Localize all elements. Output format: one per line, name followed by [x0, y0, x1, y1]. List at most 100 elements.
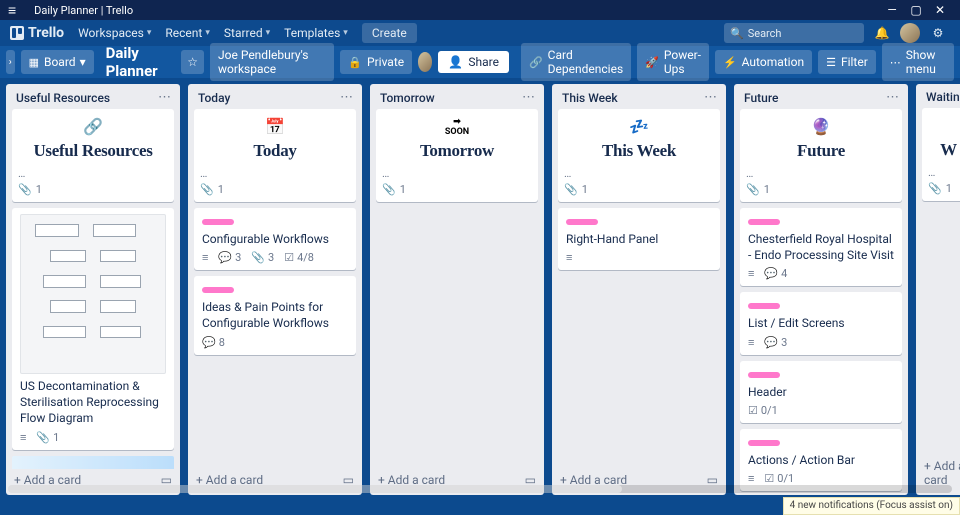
list-hero-card[interactable]: 🔮 Future … 📎1 — [740, 109, 902, 202]
comment-icon: 💬 — [202, 336, 216, 349]
list-menu-button[interactable]: ⋯ — [340, 90, 354, 105]
automation-button[interactable]: ⚡Automation — [715, 50, 812, 74]
list-hero-card[interactable]: 📅 Today … 📎1 — [194, 109, 356, 202]
power-ups-button[interactable]: 🚀Power-Ups — [637, 43, 709, 81]
filter-button[interactable]: ☰Filter — [818, 50, 876, 74]
brand-label: Trello — [28, 25, 64, 41]
card-label — [748, 440, 780, 446]
board-view-button[interactable]: ▦Board▾ — [21, 50, 94, 74]
maximize-button[interactable]: ▢ — [904, 3, 928, 17]
card[interactable]: List / Edit Screens ≡💬3 — [740, 292, 902, 354]
sidebar-collapse-button[interactable]: › — [6, 50, 15, 74]
list-name[interactable]: Future — [744, 91, 886, 105]
card-dependencies-button[interactable]: 🔗Card Dependencies — [521, 43, 631, 81]
list-tomorrow: Tomorrow⋯ ➡SOON Tomorrow … 📎1 + Add a ca… — [370, 84, 544, 495]
search-icon: 🔍 — [730, 27, 744, 40]
list-name[interactable]: Waiting — [926, 90, 960, 104]
list-future: Future⋯ 🔮 Future … 📎1 Chesterfield Royal… — [734, 84, 908, 495]
card[interactable]: US Decontamination & Sterilisation Repro… — [12, 208, 174, 450]
member-avatar[interactable] — [418, 52, 432, 72]
close-button[interactable]: ✕ — [928, 3, 952, 17]
visibility-button[interactable]: 🔒Private — [340, 50, 412, 74]
attachment-icon: 📎 — [564, 183, 578, 196]
hamburger-icon[interactable]: ≡ — [8, 2, 16, 19]
trello-logo[interactable]: Trello — [10, 25, 64, 41]
card[interactable] — [12, 456, 174, 469]
card[interactable]: Configurable Workflows ≡ 💬3 📎3 ☑4/8 — [194, 208, 356, 270]
chevron-down-icon: ▾ — [147, 28, 152, 38]
board-title[interactable]: Daily Planner — [100, 44, 176, 80]
list-name[interactable]: Useful Resources — [16, 91, 158, 105]
chevron-down-icon: ▾ — [266, 28, 271, 38]
create-button[interactable]: Create — [362, 23, 417, 43]
description-icon: ≡ — [20, 431, 26, 444]
dots-icon: ⋯ — [890, 56, 901, 69]
nav-templates[interactable]: Templates▾ — [284, 26, 348, 40]
list-menu-button[interactable]: ⋯ — [158, 90, 172, 105]
attachment-icon: 📎 — [251, 251, 265, 264]
attachment-icon: 📎 — [200, 183, 214, 196]
board-icon: ▦ — [29, 56, 39, 69]
share-button[interactable]: 👤Share — [438, 51, 509, 73]
nav-starred[interactable]: Starred▾ — [224, 26, 270, 40]
nav-recent[interactable]: Recent▾ — [165, 26, 210, 40]
show-menu-button[interactable]: ⋯Show menu — [882, 43, 954, 81]
checklist-icon: ☑ — [764, 472, 774, 485]
search-input[interactable]: 🔍Search — [724, 23, 864, 43]
card-label — [748, 303, 780, 309]
window-title: Daily Planner | Trello — [34, 4, 880, 17]
list-menu-button[interactable]: ⋯ — [704, 90, 718, 105]
trello-icon — [10, 26, 24, 40]
card[interactable]: Ideas & Pain Points for Configurable Wor… — [194, 276, 356, 354]
rocket-icon: 🚀 — [645, 56, 659, 69]
card[interactable]: Chesterfield Royal Hospital - Endo Proce… — [740, 208, 902, 286]
list-hero-card[interactable]: 🔗 Useful Resources … 📎1 — [12, 109, 174, 202]
notifications-button[interactable]: 🔔 — [870, 21, 894, 45]
filter-icon: ☰ — [826, 56, 836, 69]
gear-icon: ⚙ — [933, 26, 944, 40]
nav-workspaces[interactable]: Workspaces▾ — [78, 26, 151, 40]
comment-icon: 💬 — [764, 267, 778, 280]
bolt-icon: ⚡ — [723, 56, 737, 69]
card-cover — [12, 456, 174, 469]
scrollbar-thumb[interactable] — [8, 485, 622, 493]
chevron-down-icon: ▾ — [205, 28, 210, 38]
attachment-icon: 📎 — [382, 183, 396, 196]
user-avatar[interactable] — [900, 23, 920, 43]
link-icon: 🔗 — [529, 56, 543, 69]
workspace-link[interactable]: Joe Pendlebury's workspace — [210, 43, 334, 81]
list-hero-card[interactable]: ➡SOON Tomorrow … 📎1 — [376, 109, 538, 202]
card-label — [202, 287, 234, 293]
list-menu-button[interactable]: ⋯ — [522, 90, 536, 105]
list-hero-card[interactable]: W … 📎1 — [922, 108, 960, 201]
horizontal-scrollbar[interactable] — [8, 485, 952, 493]
list-name[interactable]: Today — [198, 91, 340, 105]
description-icon: ≡ — [748, 336, 754, 349]
chevron-down-icon: ▾ — [80, 55, 86, 69]
card[interactable]: Right-Hand Panel ≡ — [558, 208, 720, 270]
board-bar: › ▦Board▾ Daily Planner ☆ Joe Pendlebury… — [0, 46, 960, 78]
card[interactable]: Header ☑0/1 — [740, 361, 902, 423]
chevron-down-icon: ▾ — [343, 28, 348, 38]
star-button[interactable]: ☆ — [181, 50, 204, 74]
list-name[interactable]: Tomorrow — [380, 91, 522, 105]
list-menu-button[interactable]: ⋯ — [886, 90, 900, 105]
comment-icon: 💬 — [218, 251, 232, 264]
attachment-icon: 📎 — [36, 431, 50, 444]
list-name[interactable]: This Week — [562, 91, 704, 105]
attachment-icon: 📎 — [928, 182, 942, 195]
sleep-icon: 💤 — [564, 117, 714, 137]
card[interactable]: Actions / Action Bar ≡☑0/1 — [740, 429, 902, 491]
user-plus-icon: 👤 — [448, 55, 463, 69]
add-card-button[interactable]: + Add a card — [924, 459, 960, 487]
list-waiting: Waiting W … 📎1 + Add a card — [916, 84, 960, 495]
comment-icon: 💬 — [764, 336, 778, 349]
board-canvas[interactable]: Useful Resources⋯ 🔗 Useful Resources … 📎… — [0, 78, 960, 495]
card-label — [748, 219, 780, 225]
description-icon: ≡ — [748, 472, 754, 485]
top-nav: Trello Workspaces▾ Recent▾ Starred▾ Temp… — [0, 20, 960, 46]
minimize-button[interactable]: — — [880, 3, 904, 17]
status-toast[interactable]: 4 new notifications (Focus assist on) — [783, 497, 960, 515]
settings-button[interactable]: ⚙ — [926, 21, 950, 45]
list-hero-card[interactable]: 💤 This Week … 📎1 — [558, 109, 720, 202]
